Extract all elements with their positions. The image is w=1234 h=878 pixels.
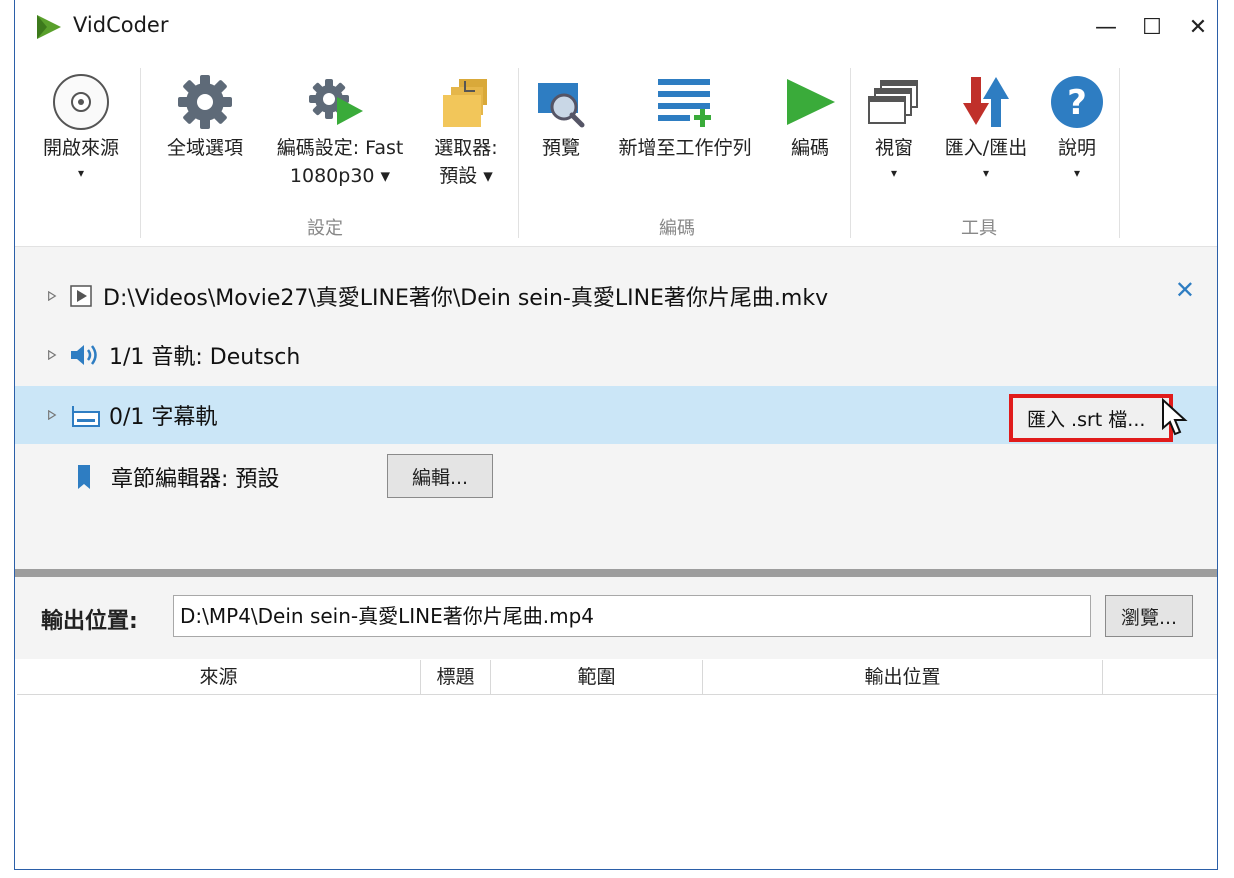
mouse-cursor-icon [1162,398,1188,436]
maximize-icon: ☐ [1142,14,1162,40]
bookmark-icon [78,465,90,489]
import-srt-label: 匯入 .srt 檔... [1027,408,1146,431]
chevron-down-icon: ▾ [77,166,85,180]
preview-label: 預覽 [541,137,580,159]
window-label: 視窗 [874,137,913,159]
picker-button[interactable]: 選取器: 預設 ▾ [423,70,509,190]
group-divider [140,68,141,238]
encoding-settings-icon [309,79,363,125]
add-to-queue-button[interactable]: 新增至工作佇列 [599,70,771,162]
gear-icon [178,75,232,129]
encode-label: 編碼 [790,137,829,159]
maximize-button[interactable]: ☐ [1129,8,1175,46]
preview-icon [538,83,585,128]
import-export-label: 匯入/匯出 [944,137,1028,159]
audio-track-row[interactable]: 1/1 音軌: Deutsch [15,327,1217,383]
title-bar: VidCoder — ☐ ✕ [15,0,1217,56]
help-button[interactable]: ? 說明 ▾ [1045,70,1109,184]
main-window: VidCoder — ☐ ✕ 開啟來源 ▾ 全域選項 編碼設定: Fast 10… [14,0,1218,870]
browse-label: 瀏覽... [1120,606,1178,629]
subtitle-track-label: 0/1 字幕軌 [109,405,218,430]
column-header-output[interactable]: 輸出位置 [703,660,1103,694]
group-label-encoding: 編碼 [659,218,695,239]
disc-icon [53,74,109,130]
close-source-icon[interactable]: ✕ [1175,276,1195,304]
play-icon [787,79,835,125]
add-to-queue-label: 新增至工作佇列 [618,137,752,159]
panel-splitter[interactable] [15,569,1217,577]
import-srt-button[interactable]: 匯入 .srt 檔... [1009,394,1173,442]
expand-arrow-icon[interactable] [47,350,57,360]
minimize-button[interactable]: — [1083,8,1129,46]
source-file-row[interactable]: D:\Videos\Movie27\真愛LINE著你\Dein sein-真愛L… [15,268,1217,324]
import-export-icon [963,77,1009,127]
subtitle-icon [72,406,100,427]
open-source-button[interactable]: 開啟來源 ▾ [29,70,133,184]
video-file-icon [70,285,92,307]
edit-chapters-label: 編輯... [411,466,469,489]
group-label-settings: 設定 [307,218,343,239]
close-icon: ✕ [1188,14,1208,40]
window-menu-button[interactable]: 視窗 ▾ [861,70,927,184]
queue-table-header: 來源 標題 範圍 輸出位置 [17,660,1217,695]
ribbon-toolbar: 開啟來源 ▾ 全域選項 編碼設定: Fast 1080p30 ▾ 選取器: 預設… [15,56,1217,247]
picker-label-1: 選取器: [434,137,498,159]
output-path-field[interactable]: D:\MP4\Dein sein-真愛LINE著你片尾曲.mp4 [173,595,1091,637]
edit-chapters-button[interactable]: 編輯... [387,454,493,498]
windows-stack-icon [868,80,918,124]
picker-folder-icon [443,79,487,127]
close-window-button[interactable]: ✕ [1175,8,1221,46]
add-to-queue-icon [658,79,711,127]
group-divider [850,68,851,238]
column-header-range[interactable]: 範圍 [491,660,703,694]
help-label: 說明 [1057,137,1096,159]
preview-button[interactable]: 預覽 [527,70,595,162]
minimize-icon: — [1095,14,1117,40]
help-icon: ? [1051,76,1103,128]
expand-arrow-icon[interactable] [47,291,57,301]
import-export-button[interactable]: 匯入/匯出 ▾ [931,70,1041,184]
open-source-label: 開啟來源 [42,137,119,159]
vidcoder-logo-icon [37,15,61,39]
source-path: D:\Videos\Movie27\真愛LINE著你\Dein sein-真愛L… [103,286,829,311]
queue-list [17,695,1217,869]
browse-button[interactable]: 瀏覽... [1105,595,1193,637]
chevron-down-icon: ▾ [982,166,990,180]
svg-text:?: ? [1067,83,1087,123]
picker-label-2: 預設 ▾ [439,165,493,187]
output-label: 輸出位置: [41,609,138,634]
column-header-source[interactable]: 來源 [17,660,421,694]
column-header-title[interactable]: 標題 [421,660,491,694]
output-section: 輸出位置: D:\MP4\Dein sein-真愛LINE著你片尾曲.mp4 瀏… [15,577,1217,659]
speaker-icon [71,345,97,365]
expand-arrow-icon[interactable] [47,410,57,420]
encode-button[interactable]: 編碼 [775,70,845,162]
app-title: VidCoder [73,13,169,37]
chevron-down-icon: ▾ [890,166,898,180]
chevron-down-icon: ▾ [1073,166,1081,180]
encoding-settings-label-2: 1080p30 ▾ [289,165,391,187]
group-divider [518,68,519,238]
encoding-settings-button[interactable]: 編碼設定: Fast 1080p30 ▾ [261,70,419,190]
audio-track-label: 1/1 音軌: Deutsch [109,345,301,370]
global-options-button[interactable]: 全域選項 [153,70,257,162]
chapters-label: 章節編輯器: 預設 [111,467,280,492]
group-divider [1119,68,1120,238]
global-options-label: 全域選項 [166,137,243,159]
encoding-settings-label-1: 編碼設定: Fast [276,137,404,159]
group-label-tools: 工具 [961,218,997,239]
chapters-row: 章節編輯器: 預設 [15,449,1217,505]
